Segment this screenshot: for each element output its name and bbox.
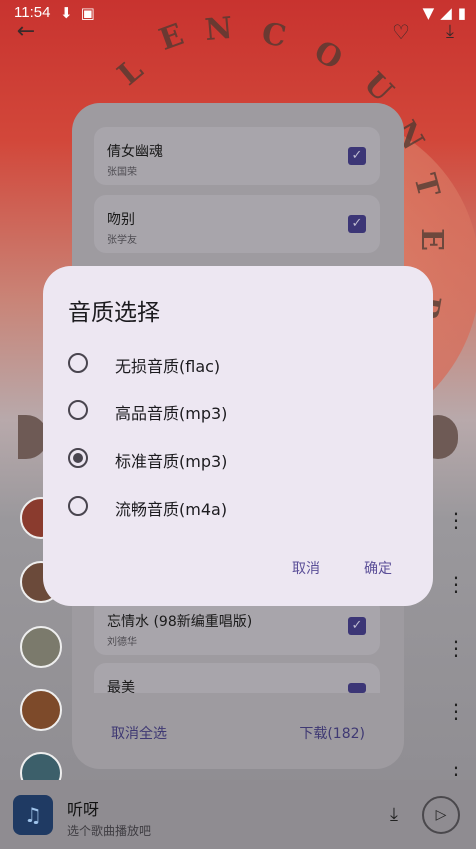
download-notification-icon: ⬇	[60, 4, 73, 22]
deselect-all-button[interactable]: 取消全选	[111, 723, 167, 743]
song-title: 最美	[107, 680, 135, 696]
mini-player[interactable]: ♫ 听呀 选个歌曲播放吧 ⤓ ▷	[0, 780, 476, 849]
cover-letter: O	[308, 33, 349, 78]
option-label: 无损音质(flac)	[115, 357, 221, 376]
sheet-footer: 取消全选 下载(182)	[72, 717, 404, 747]
quality-option-high-mp3[interactable]: 高品音质(mp3)	[65, 390, 405, 430]
download-selected-button[interactable]: 下载(182)	[299, 723, 365, 743]
more-vertical-icon[interactable]: ⋮	[446, 701, 466, 721]
notification-icons: ⬇ ▣	[60, 4, 95, 22]
download-icon[interactable]: ⤓	[383, 804, 405, 826]
avatar	[20, 626, 62, 668]
quality-option-flac[interactable]: 无损音质(flac)	[65, 343, 405, 383]
more-vertical-icon[interactable]: ⋮	[446, 510, 466, 530]
radio-button[interactable]	[68, 400, 88, 420]
more-vertical-icon[interactable]: ⋮	[446, 638, 466, 658]
song-title: 倩女幽魂	[107, 144, 163, 160]
song-checkbox[interactable]: ✓	[348, 617, 366, 635]
cancel-button[interactable]: 取消	[292, 558, 320, 578]
song-checkbox[interactable]: ✓	[348, 215, 366, 233]
radio-button-selected[interactable]	[68, 448, 88, 468]
music-note-icon: ♫	[13, 795, 53, 835]
option-label: 标准音质(mp3)	[115, 452, 228, 471]
confirm-button[interactable]: 确定	[364, 558, 392, 578]
quality-dialog: 音质选择 无损音质(flac) 高品音质(mp3) 标准音质(mp3) 流畅音质…	[43, 266, 433, 606]
cover-letter: T	[406, 170, 446, 201]
song-title: 吻别	[107, 212, 135, 228]
option-label: 高品音质(mp3)	[115, 404, 228, 423]
song-title: 忘情水 (98新编重唱版)	[107, 614, 253, 630]
back-icon[interactable]: ←	[14, 20, 38, 44]
song-checkbox[interactable]	[348, 683, 366, 693]
cover-letter: E	[413, 228, 449, 251]
more-vertical-icon[interactable]: ⋮	[446, 574, 466, 594]
list-item[interactable]: 倩女幽魂 张国荣 ✓	[94, 127, 380, 185]
list-item[interactable]: 吻别 张学友 ✓	[94, 195, 380, 253]
player-subtitle: 选个歌曲播放吧	[67, 824, 152, 838]
quality-option-m4a[interactable]: 流畅音质(m4a)	[65, 486, 405, 526]
avatar	[20, 689, 62, 731]
radio-button[interactable]	[68, 353, 88, 373]
wifi-icon: ▼	[422, 4, 435, 22]
song-artist: 张国荣	[107, 167, 137, 178]
heart-plus-icon[interactable]: ♡	[389, 20, 413, 44]
list-item[interactable]: 最美	[94, 663, 380, 696]
cover-letter: L	[111, 52, 150, 93]
quality-option-standard-mp3[interactable]: 标准音质(mp3)	[65, 438, 405, 478]
song-artist: 张学友	[107, 235, 137, 246]
dialog-title: 音质选择	[68, 300, 160, 326]
song-artist: 刘德华	[107, 637, 137, 648]
player-title: 听呀	[67, 800, 100, 819]
radio-button[interactable]	[68, 496, 88, 516]
song-checkbox[interactable]: ✓	[348, 147, 366, 165]
app-notification-icon: ▣	[80, 4, 95, 22]
option-label: 流畅音质(m4a)	[115, 500, 228, 519]
download-icon[interactable]: ⤓	[438, 20, 462, 44]
play-icon[interactable]: ▷	[422, 796, 460, 834]
